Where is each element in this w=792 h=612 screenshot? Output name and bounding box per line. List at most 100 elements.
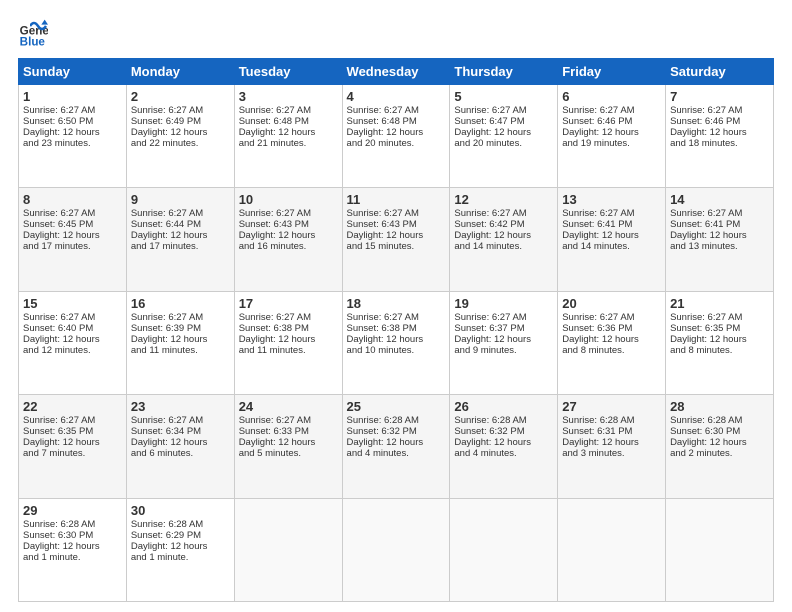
cell-text: Daylight: 12 hours — [347, 127, 446, 138]
cell-text: Daylight: 12 hours — [670, 437, 769, 448]
cell-text: and 8 minutes. — [670, 345, 769, 356]
cell-text: Sunrise: 6:27 AM — [347, 208, 446, 219]
day-number: 21 — [670, 296, 769, 311]
day-number: 25 — [347, 399, 446, 414]
cell-text: and 1 minute. — [131, 552, 230, 563]
calendar-cell: 3Sunrise: 6:27 AMSunset: 6:48 PMDaylight… — [234, 85, 342, 188]
cell-text: and 15 minutes. — [347, 241, 446, 252]
day-number: 8 — [23, 192, 122, 207]
cell-text: and 1 minute. — [23, 552, 122, 563]
calendar-cell — [450, 498, 558, 601]
cell-text: Sunrise: 6:27 AM — [670, 312, 769, 323]
day-number: 22 — [23, 399, 122, 414]
weekday-header-friday: Friday — [558, 59, 666, 85]
calendar-cell: 2Sunrise: 6:27 AMSunset: 6:49 PMDaylight… — [126, 85, 234, 188]
cell-text: and 4 minutes. — [347, 448, 446, 459]
cell-text: Daylight: 12 hours — [670, 334, 769, 345]
cell-text: Sunrise: 6:27 AM — [239, 415, 338, 426]
calendar-cell: 1Sunrise: 6:27 AMSunset: 6:50 PMDaylight… — [19, 85, 127, 188]
cell-text: Sunset: 6:48 PM — [347, 116, 446, 127]
cell-text: Daylight: 12 hours — [23, 334, 122, 345]
day-number: 7 — [670, 89, 769, 104]
cell-text: and 13 minutes. — [670, 241, 769, 252]
cell-text: Sunset: 6:47 PM — [454, 116, 553, 127]
cell-text: Sunset: 6:31 PM — [562, 426, 661, 437]
cell-text: and 12 minutes. — [23, 345, 122, 356]
cell-text: and 18 minutes. — [670, 138, 769, 149]
calendar-cell — [666, 498, 774, 601]
cell-text: Sunrise: 6:27 AM — [347, 312, 446, 323]
day-number: 20 — [562, 296, 661, 311]
calendar-cell: 20Sunrise: 6:27 AMSunset: 6:36 PMDayligh… — [558, 291, 666, 394]
day-number: 3 — [239, 89, 338, 104]
day-number: 4 — [347, 89, 446, 104]
day-number: 28 — [670, 399, 769, 414]
cell-text: and 3 minutes. — [562, 448, 661, 459]
cell-text: and 11 minutes. — [239, 345, 338, 356]
cell-text: Sunset: 6:50 PM — [23, 116, 122, 127]
calendar-week-4: 22 Sunrise: 6:27 AM Sunset: 6:35 PM Dayligh… — [19, 395, 774, 498]
cell-text: Daylight: 12 hours — [23, 230, 122, 241]
cell-text: Sunset: 6:39 PM — [131, 323, 230, 334]
cell-text: Sunset: 6:48 PM — [239, 116, 338, 127]
day-number: 15 — [23, 296, 122, 311]
svg-text:Blue: Blue — [20, 36, 46, 49]
calendar-cell: 25Sunrise: 6:28 AMSunset: 6:32 PMDayligh… — [342, 395, 450, 498]
cell-text: Sunrise: 6:28 AM — [454, 415, 553, 426]
cell-text: Daylight: 12 hours — [23, 541, 122, 552]
cell-text: Sunset: 6:35 PM — [23, 426, 122, 437]
calendar-week-5: 29Sunrise: 6:28 AMSunset: 6:30 PMDayligh… — [19, 498, 774, 601]
calendar-cell: 9Sunrise: 6:27 AMSunset: 6:44 PMDaylight… — [126, 188, 234, 291]
cell-text: Daylight: 12 hours — [347, 230, 446, 241]
cell-text: Sunrise: 6:27 AM — [454, 105, 553, 116]
cell-text: and 14 minutes. — [454, 241, 553, 252]
calendar-cell — [342, 498, 450, 601]
cell-text: Daylight: 12 hours — [131, 230, 230, 241]
cell-text: and 20 minutes. — [347, 138, 446, 149]
cell-text: Daylight: 12 hours — [454, 230, 553, 241]
cell-text: Daylight: 12 hours — [131, 541, 230, 552]
logo-wave-icon — [30, 17, 48, 35]
day-number: 18 — [347, 296, 446, 311]
cell-text: Sunrise: 6:27 AM — [131, 105, 230, 116]
calendar-week-3: 15Sunrise: 6:27 AMSunset: 6:40 PMDayligh… — [19, 291, 774, 394]
cell-text: and 5 minutes. — [239, 448, 338, 459]
cell-text: Sunset: 6:42 PM — [454, 219, 553, 230]
cell-text: and 6 minutes. — [131, 448, 230, 459]
cell-text: Sunset: 6:41 PM — [562, 219, 661, 230]
cell-text: Sunrise: 6:27 AM — [562, 312, 661, 323]
cell-text: and 14 minutes. — [562, 241, 661, 252]
day-number: 12 — [454, 192, 553, 207]
cell-text: Sunset: 6:46 PM — [670, 116, 769, 127]
cell-text: Daylight: 12 hours — [670, 127, 769, 138]
weekday-header-tuesday: Tuesday — [234, 59, 342, 85]
cell-text: Sunset: 6:49 PM — [131, 116, 230, 127]
cell-text: and 4 minutes. — [454, 448, 553, 459]
cell-text: Sunset: 6:37 PM — [454, 323, 553, 334]
cell-text: Sunset: 6:43 PM — [239, 219, 338, 230]
cell-text: Sunset: 6:30 PM — [670, 426, 769, 437]
calendar-cell: 15Sunrise: 6:27 AMSunset: 6:40 PMDayligh… — [19, 291, 127, 394]
calendar-cell: 23Sunrise: 6:27 AMSunset: 6:34 PMDayligh… — [126, 395, 234, 498]
cell-text: Sunset: 6:38 PM — [347, 323, 446, 334]
weekday-header-row: SundayMondayTuesdayWednesdayThursdayFrid… — [19, 59, 774, 85]
day-number: 24 — [239, 399, 338, 414]
cell-text: Daylight: 12 hours — [562, 230, 661, 241]
cell-text: Daylight: 12 hours — [454, 127, 553, 138]
weekday-header-saturday: Saturday — [666, 59, 774, 85]
cell-text: and 19 minutes. — [562, 138, 661, 149]
cell-text: and 11 minutes. — [131, 345, 230, 356]
calendar-header: SundayMondayTuesdayWednesdayThursdayFrid… — [19, 59, 774, 85]
cell-text: Daylight: 12 hours — [347, 437, 446, 448]
cell-text: Daylight: 12 hours — [562, 437, 661, 448]
calendar-cell: 14Sunrise: 6:27 AMSunset: 6:41 PMDayligh… — [666, 188, 774, 291]
cell-text: and 22 minutes. — [131, 138, 230, 149]
day-number: 27 — [562, 399, 661, 414]
calendar-cell: 26Sunrise: 6:28 AMSunset: 6:32 PMDayligh… — [450, 395, 558, 498]
cell-text: Sunrise: 6:27 AM — [131, 208, 230, 219]
calendar-body: 1Sunrise: 6:27 AMSunset: 6:50 PMDaylight… — [19, 85, 774, 602]
day-number: 5 — [454, 89, 553, 104]
cell-text: and 21 minutes. — [239, 138, 338, 149]
cell-text: and 7 minutes. — [23, 448, 122, 459]
cell-text: and 17 minutes. — [23, 241, 122, 252]
